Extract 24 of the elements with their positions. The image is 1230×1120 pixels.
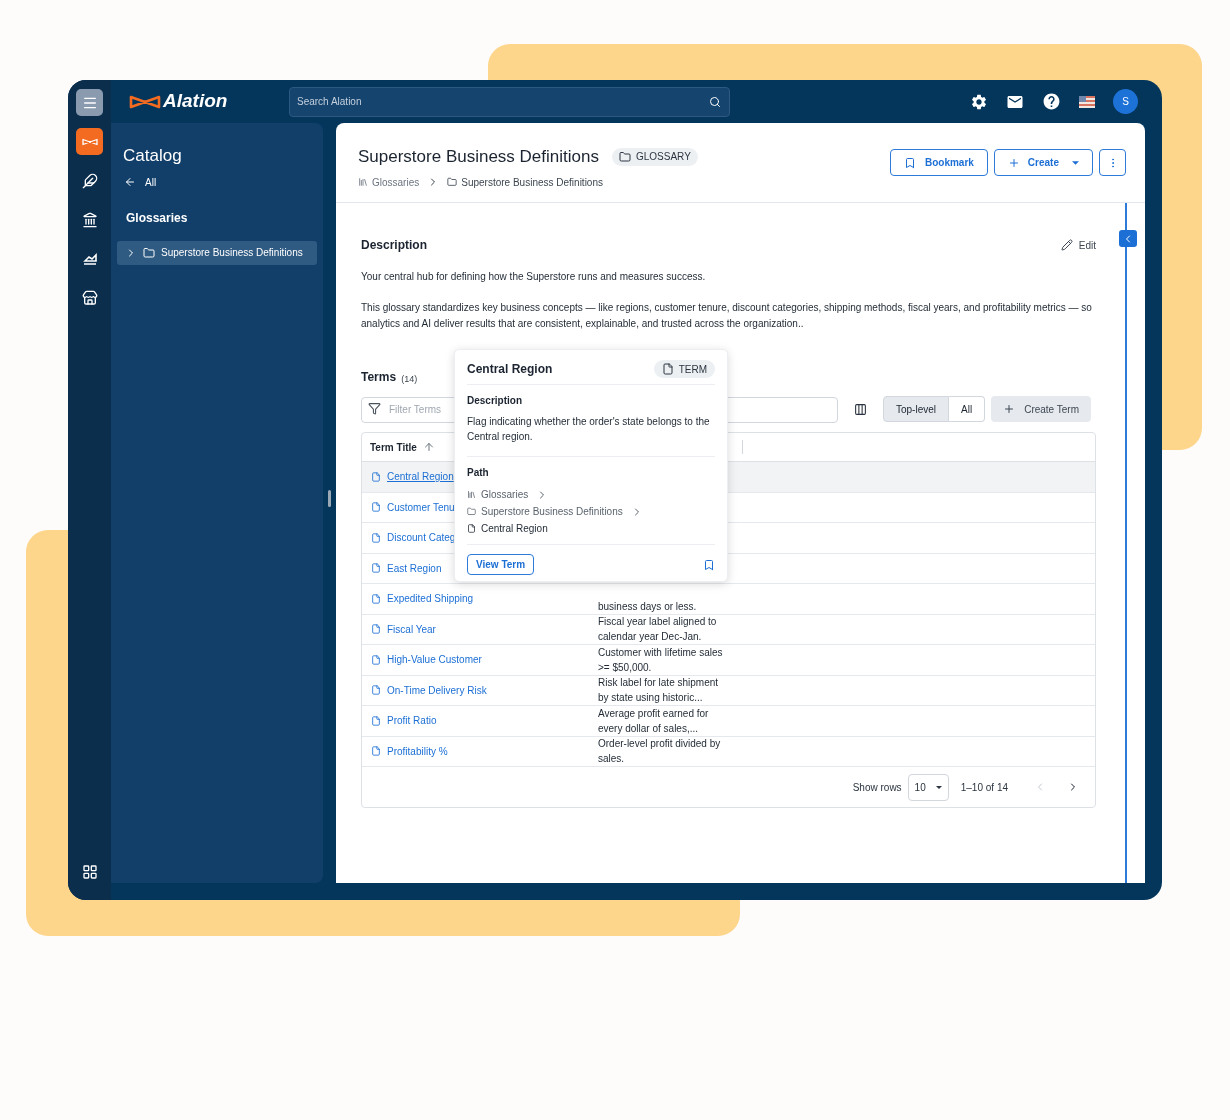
popover-description: Flag indicating whether the order's state belongs to the Central region. [467,414,715,457]
description-text: Your central hub for defining how the Superstore runs and measures success. [361,270,707,284]
description-text: Order-level profit divided by sales. [598,737,721,766]
description-text: business days or less. [598,599,697,614]
rows-label: Show rows [852,780,902,795]
type-badge: GLOSSARY [611,147,698,166]
page-title: Superstore Business Definitions [358,146,599,168]
logo-text: Alation [163,89,228,114]
term-count: (14) [401,372,418,386]
popover-heading: Path [467,466,490,480]
section-heading: Terms [361,369,397,386]
description-text: Risk label for late shipment by state using historic... [598,676,719,705]
description-text: Fiscal year label aligned to calendar year Dec-Jan. [598,615,717,644]
sidebar-title: Catalog [122,145,183,167]
description-text: Average profit earned for every dollar of sales,... [598,706,709,736]
description-text: Customer with lifetime sales >= $50,000. [598,645,723,675]
popover-heading: Description [467,394,523,408]
section-heading: Glossaries [125,209,189,227]
section-heading: Description [361,237,427,254]
tree-item-label: Superstore Business Definitions [161,246,303,260]
page-range: 1–10 of 14 [960,780,1008,795]
popover-title: Central Region [467,361,553,378]
type-badge: TERM [653,360,715,378]
description-text: This glossary standardizes key business concepts — like regions, customer tenure, discount categories, shipping methods, fiscal years, and profitability metrics — so analytics and AI deliver results that are consistent, explainable, and trusted across the organization.. [361,301,1093,331]
